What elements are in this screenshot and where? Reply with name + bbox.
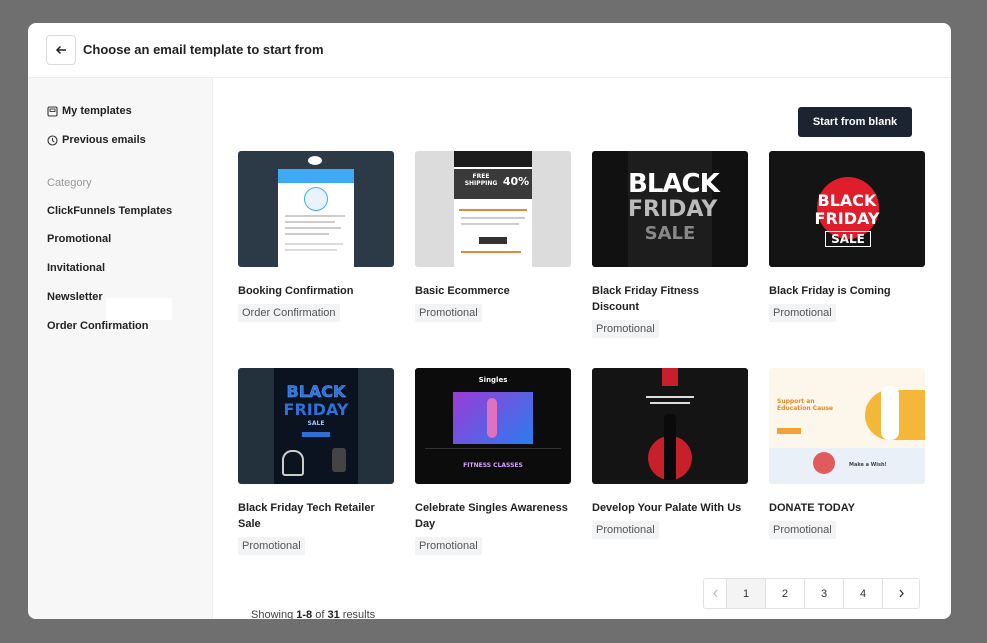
thumb-text: SALE — [307, 420, 325, 427]
template-thumbnail: Singles FITNESS CLASSES — [415, 368, 571, 484]
template-thumbnail: BLACK FRIDAY SALE — [238, 368, 394, 484]
pagination-page-4[interactable]: 4 — [844, 579, 883, 608]
template-tag: Promotional — [415, 304, 482, 322]
template-card[interactable]: Develop Your Palate With Us Promotional — [592, 368, 748, 539]
template-card[interactable]: Singles FITNESS CLASSES Celebrate Single… — [415, 368, 571, 555]
template-modal: Choose an email template to start from M… — [28, 23, 951, 619]
pagination-next-button[interactable] — [883, 579, 919, 608]
thumb-text: SALE — [644, 223, 696, 244]
thumb-text: BLACK — [817, 191, 877, 210]
pagination-prev-button[interactable] — [704, 579, 727, 608]
results-summary: Showing 1-8 of 31 results — [251, 609, 375, 619]
template-icon — [47, 105, 58, 117]
results-suffix: results — [339, 609, 376, 619]
template-tag: Promotional — [592, 521, 659, 539]
sidebar-item-clickfunnels-templates[interactable]: ClickFunnels Templates — [47, 205, 172, 217]
results-range: 1-8 — [296, 609, 313, 619]
results-of: of — [312, 609, 328, 619]
thumb-text: FRIDAY — [283, 400, 349, 419]
template-title: Black Friday is Coming — [769, 285, 891, 297]
thumb-text: SALE — [825, 231, 871, 247]
sidebar-item-promotional[interactable]: Promotional — [47, 233, 111, 245]
clock-icon — [47, 134, 58, 146]
template-title: Celebrate Singles Awareness Day — [415, 502, 568, 530]
template-title: Develop Your Palate With Us — [592, 502, 742, 514]
template-tag: Order Confirmation — [238, 304, 340, 322]
pagination: 1 2 3 4 — [703, 578, 920, 609]
template-tag: Promotional — [769, 521, 836, 539]
template-title: Black Friday Tech Retailer Sale — [238, 502, 375, 530]
thumb-text: FRIDAY — [628, 197, 718, 222]
template-card[interactable]: BLACK FRIDAY SALE Black Friday Tech Reta… — [238, 368, 394, 555]
modal-header: Choose an email template to start from — [28, 23, 951, 78]
sidebar-item-previous-emails[interactable]: Previous emails — [47, 134, 146, 146]
template-card[interactable]: Booking Confirmation Order Confirmation — [238, 151, 394, 322]
template-card[interactable]: BLACK FRIDAY SALE Black Friday Fitness D… — [592, 151, 748, 338]
thumb-text: BLACK — [286, 382, 346, 402]
template-thumbnail: Support an Education Cause Make a Wish! — [769, 368, 925, 484]
sidebar-item-label: My templates — [62, 105, 132, 117]
template-tag: Promotional — [592, 320, 659, 338]
template-thumbnail — [592, 368, 748, 484]
results-total: 31 — [327, 609, 340, 619]
sidebar: My templates Previous emails Category Cl… — [28, 78, 213, 619]
pagination-page-2[interactable]: 2 — [766, 579, 805, 608]
sidebar-item-my-templates[interactable]: My templates — [47, 105, 132, 117]
template-thumbnail: BLACK FRIDAY SALE — [592, 151, 748, 267]
thumb-text: 40% — [502, 175, 530, 188]
modal-title: Choose an email template to start from — [83, 42, 324, 57]
template-grid: Start from blank Booking Confirmation Or… — [213, 78, 951, 619]
template-thumbnail: BLACK FRIDAY SALE — [769, 151, 925, 267]
thumb-text: FREE SHIPPING — [464, 173, 498, 187]
thumb-text: FRIDAY — [814, 209, 880, 228]
template-title: DONATE TODAY — [769, 502, 855, 514]
thumb-text: Singles — [478, 376, 508, 384]
template-card[interactable]: FREE SHIPPING 40% Basic Ecommerce Promot… — [415, 151, 571, 322]
thumb-text: BLACK — [628, 169, 720, 199]
back-button[interactable] — [46, 35, 76, 65]
start-from-blank-button[interactable]: Start from blank — [798, 107, 912, 137]
template-title: Booking Confirmation — [238, 285, 354, 297]
template-tag: Promotional — [415, 537, 482, 555]
chevron-right-icon — [899, 589, 904, 598]
template-title: Basic Ecommerce — [415, 285, 510, 297]
sidebar-item-order-confirmation[interactable]: Order Confirmation — [47, 320, 148, 332]
pagination-page-3[interactable]: 3 — [805, 579, 844, 608]
template-thumbnail — [238, 151, 394, 267]
pagination-page-1[interactable]: 1 — [727, 579, 766, 608]
thumb-text: Support an Education Cause — [777, 398, 834, 412]
category-heading: Category — [47, 177, 92, 189]
template-card[interactable]: Support an Education Cause Make a Wish! … — [769, 368, 925, 539]
thumb-text: FITNESS CLASSES — [463, 462, 523, 469]
template-tag: Promotional — [238, 537, 305, 555]
template-title: Black Friday Fitness Discount — [592, 285, 699, 313]
sidebar-item-label: Previous emails — [62, 134, 146, 146]
sidebar-item-invitational[interactable]: Invitational — [47, 262, 105, 274]
arrow-left-icon — [55, 45, 66, 55]
overlay-patch — [106, 298, 172, 320]
template-card[interactable]: BLACK FRIDAY SALE Black Friday is Coming… — [769, 151, 925, 322]
template-thumbnail: FREE SHIPPING 40% — [415, 151, 571, 267]
results-prefix: Showing — [251, 609, 297, 619]
sidebar-item-newsletter[interactable]: Newsletter — [47, 291, 103, 303]
template-tag: Promotional — [769, 304, 836, 322]
chevron-left-icon — [712, 589, 717, 598]
thumb-text: Make a Wish! — [849, 462, 887, 468]
